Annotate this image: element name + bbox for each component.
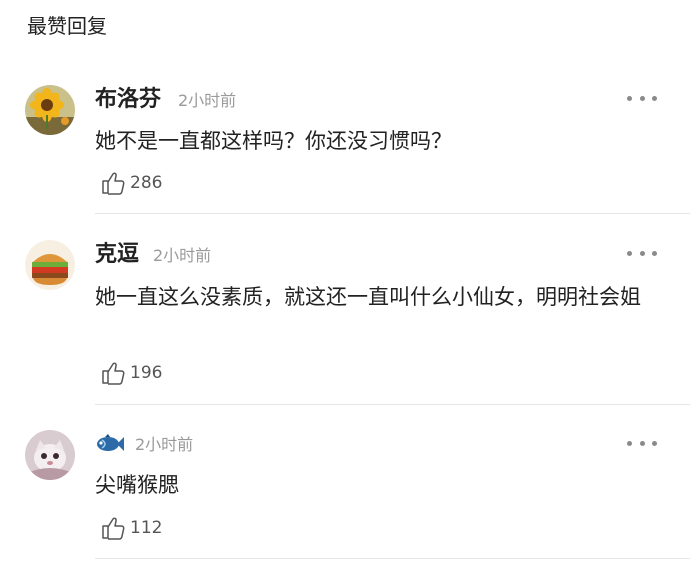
thumbs-up-icon: [102, 172, 125, 195]
divider: [95, 558, 690, 559]
like-button[interactable]: 286: [100, 170, 162, 196]
divider: [95, 404, 690, 405]
burger-avatar-icon: [25, 240, 75, 290]
comment-content: 她一直这么没素质，就这还一直叫什么小仙女，明明社会姐: [95, 285, 641, 309]
cat-avatar-icon: [25, 430, 75, 480]
username[interactable]: 克逗: [95, 240, 139, 270]
like-count: 196: [130, 363, 163, 383]
comment-content: 她不是一直都这样吗？你还没习惯吗？: [95, 129, 452, 153]
thumbs-up-icon: [102, 362, 125, 385]
username-fish-icon[interactable]: [95, 433, 125, 459]
username[interactable]: 布洛芬: [95, 85, 161, 115]
timestamp: 2小时前: [153, 246, 212, 265]
dot-icon: [627, 95, 632, 101]
user-avatar[interactable]: [25, 85, 75, 135]
section-title: 最赞回复: [27, 14, 107, 38]
more-options-button[interactable]: [627, 248, 657, 258]
like-count: 112: [130, 518, 163, 538]
dot-icon: [652, 440, 657, 446]
dot-icon: [639, 440, 645, 446]
timestamp: 2小时前: [178, 91, 237, 110]
fish-icon: [97, 434, 124, 451]
dot-icon: [652, 250, 657, 256]
timestamp: 2小时前: [135, 435, 194, 454]
dot-icon: [652, 95, 657, 101]
dot-icon: [639, 250, 645, 256]
more-options-button[interactable]: [627, 438, 657, 448]
like-button[interactable]: 112: [100, 515, 162, 541]
more-options-button[interactable]: [627, 93, 657, 103]
dot-icon: [627, 440, 632, 446]
user-avatar[interactable]: [25, 240, 75, 290]
dot-icon: [627, 250, 632, 256]
divider: [95, 213, 690, 214]
comment-content: 尖嘴猴腮: [95, 473, 179, 497]
like-button[interactable]: 196: [100, 360, 162, 386]
user-avatar[interactable]: [25, 430, 75, 480]
sunflower-avatar-icon: [25, 85, 75, 135]
like-count: 286: [130, 173, 163, 193]
thumbs-up-icon: [102, 517, 125, 540]
dot-icon: [639, 95, 645, 101]
